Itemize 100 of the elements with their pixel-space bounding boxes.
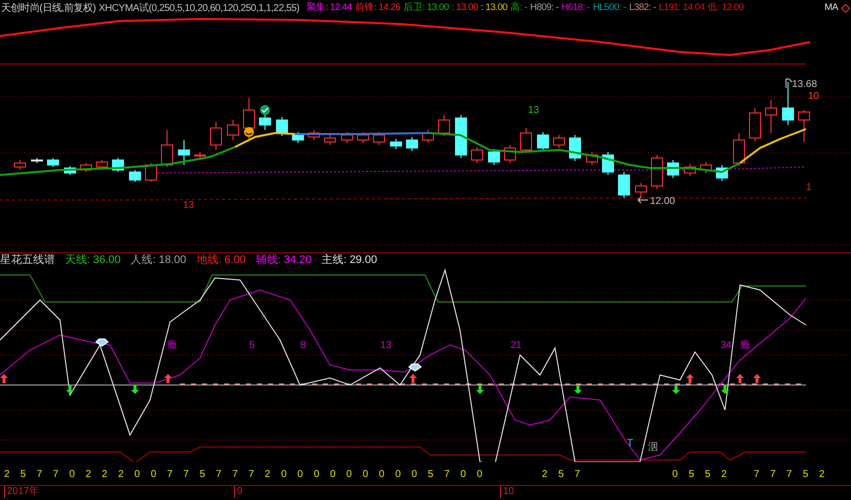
candlestick xyxy=(276,116,288,136)
candlestick xyxy=(145,162,157,182)
digit-label: 5 xyxy=(688,468,694,482)
wave-count-label: 13 xyxy=(380,340,392,351)
candlestick xyxy=(210,122,222,150)
candlestick xyxy=(422,130,434,144)
ma-label: MA xyxy=(824,0,838,15)
check-badge-icon xyxy=(260,105,270,115)
indicator-reading: H618: - xyxy=(561,0,590,15)
candlestick xyxy=(537,132,549,152)
indicator-reading: 高: - xyxy=(510,0,528,15)
digit-label: 2 xyxy=(819,468,825,482)
candlestick xyxy=(64,166,76,176)
glyph-label: 洇 xyxy=(648,442,658,453)
digit-label: 5 xyxy=(802,468,808,482)
digit-label: 7 xyxy=(770,468,776,482)
digit-label: 7 xyxy=(183,468,189,482)
digit-label: 0 xyxy=(460,468,466,482)
count-label: 13 xyxy=(528,105,540,116)
candlestick xyxy=(406,136,418,152)
digit-label: 2 xyxy=(102,468,108,482)
candlestick xyxy=(749,108,761,142)
digit-label: 7 xyxy=(444,468,450,482)
digit-label: 0 xyxy=(672,468,678,482)
digit-label: 5 xyxy=(200,468,206,482)
indicator-reading: HL500: - xyxy=(592,0,626,15)
up-arrow-icon xyxy=(164,374,172,383)
wave-count-label: 21 xyxy=(510,340,522,351)
candlestick xyxy=(635,182,647,198)
digit-label: 0 xyxy=(346,468,352,482)
wave-count-label: 5 xyxy=(249,340,255,351)
smile-badge-icon xyxy=(244,127,254,137)
candlestick xyxy=(471,146,483,164)
indicator-reading: : 13.00 xyxy=(481,0,508,15)
digit-label: 0 xyxy=(281,468,287,482)
diamond-icon xyxy=(408,364,422,372)
candlestick xyxy=(684,164,696,176)
candlestick xyxy=(520,128,532,154)
digit-label: 7 xyxy=(36,468,42,482)
candlestick xyxy=(504,144,516,164)
candlestick xyxy=(129,170,141,182)
digit-label: 0 xyxy=(330,468,336,482)
candlestick xyxy=(96,160,108,170)
digit-label: 7 xyxy=(248,468,254,482)
digit-label: 7 xyxy=(754,468,760,482)
down-arrow-icon xyxy=(721,385,729,394)
up-arrow-icon xyxy=(409,374,417,383)
digit-label: 7 xyxy=(167,468,173,482)
indicator-reading: 低: 12.00 xyxy=(708,0,744,15)
indicator-reading: 前锋: 14.26 xyxy=(354,0,400,15)
t-mark-label: T xyxy=(627,438,634,449)
date-label: 2017年 xyxy=(4,486,40,498)
digit-label: 0 xyxy=(362,468,368,482)
candlestick xyxy=(618,172,630,198)
digit-label: 0 xyxy=(134,468,140,482)
candlestick xyxy=(373,132,385,146)
candlestick xyxy=(80,162,92,172)
candlestick xyxy=(765,100,777,134)
high-price-label: 13.68 xyxy=(792,79,818,90)
digit-label: 0 xyxy=(378,468,384,482)
digit-label: 0 xyxy=(412,468,418,482)
digit-label: 5 xyxy=(558,468,564,482)
candlestick xyxy=(569,134,581,162)
candlestick xyxy=(47,158,59,168)
digit-label: 0 xyxy=(150,468,156,482)
indicator-reading: 辅线: 34.20 xyxy=(256,253,312,268)
date-label: 9 xyxy=(234,486,243,498)
diamond-icon xyxy=(95,338,109,347)
indicator-reading: 地线: 6.00 xyxy=(196,253,246,268)
indicator-reading: H809: - xyxy=(530,0,558,15)
date-label: 10 xyxy=(500,486,514,498)
candlestick xyxy=(716,164,728,182)
indicator-reading: 后卫: 13.00 xyxy=(403,0,449,15)
digit-label: 7 xyxy=(574,468,580,482)
digit-label: 5 xyxy=(428,468,434,482)
wave-count-label: 8 xyxy=(300,340,306,351)
digit-label: 2 xyxy=(4,468,10,482)
candlestick xyxy=(700,162,712,174)
digit-label: 7 xyxy=(52,468,58,482)
indicator-reading: : 13.00 xyxy=(452,0,478,15)
candlestick xyxy=(782,82,794,126)
digit-label: 0 xyxy=(314,468,320,482)
down-arrow-icon xyxy=(574,385,582,394)
flag-icon xyxy=(786,78,792,88)
digit-label: 7 xyxy=(232,468,238,482)
candlestick xyxy=(259,114,271,130)
candlestick xyxy=(798,110,810,142)
up-arrow-icon xyxy=(0,374,8,383)
down-arrow-icon xyxy=(672,385,680,394)
indicator-reading: L382: - xyxy=(629,0,656,15)
wave-count-label: 瘾 xyxy=(740,340,750,351)
indicator-reading: 人线: 18.00 xyxy=(130,253,186,268)
indicator-reading: 主线: 29.00 xyxy=(321,252,378,268)
count-label: 13 xyxy=(183,200,194,211)
digit-label: 0 xyxy=(297,468,303,482)
digit-label: 5 xyxy=(704,468,710,482)
candlestick xyxy=(438,114,450,136)
diamond-icon[interactable] xyxy=(841,4,850,12)
candlestick xyxy=(227,120,239,140)
digit-label: 2 xyxy=(86,468,92,482)
